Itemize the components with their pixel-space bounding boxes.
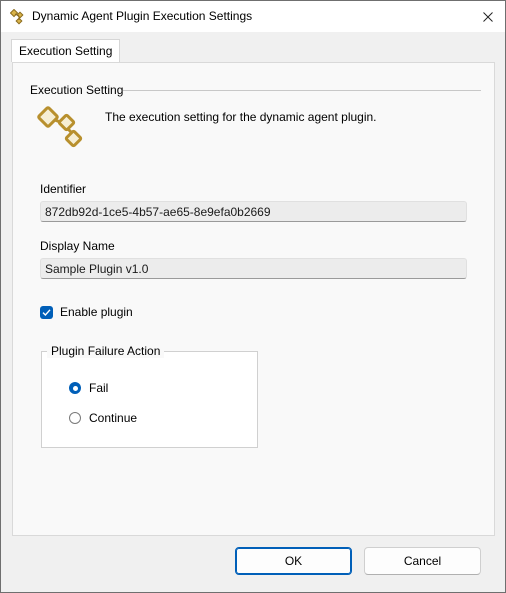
enable-plugin-checkbox-row[interactable]: Enable plugin: [40, 304, 133, 320]
section-header: Execution Setting: [30, 83, 124, 97]
close-icon: [483, 11, 493, 22]
radio-option-continue[interactable]: Continue: [69, 410, 137, 426]
section-divider: [123, 90, 481, 91]
continue-radio[interactable]: [69, 412, 81, 424]
tab-execution-setting[interactable]: Execution Setting: [11, 39, 121, 62]
close-button[interactable]: [471, 1, 505, 32]
radio-option-fail[interactable]: Fail: [69, 380, 108, 396]
failure-action-title: Plugin Failure Action: [47, 344, 165, 358]
checkmark-icon: [42, 308, 51, 316]
identifier-label: Identifier: [40, 182, 87, 196]
plugin-nodes-icon: [35, 103, 87, 155]
section-description: The execution setting for the dynamic ag…: [105, 110, 377, 124]
display-name-field[interactable]: [40, 258, 467, 279]
window-title: Dynamic Agent Plugin Execution Settings: [32, 9, 253, 23]
enable-plugin-checkbox[interactable]: [40, 305, 53, 319]
enable-plugin-label: Enable plugin: [60, 305, 133, 319]
continue-label: Continue: [89, 411, 138, 425]
cancel-button[interactable]: Cancel: [364, 547, 481, 575]
ok-button[interactable]: OK: [235, 547, 352, 575]
failure-action-group: Plugin Failure Action Fail Continue: [41, 344, 258, 448]
display-name-label: Display Name: [40, 239, 115, 253]
fail-radio[interactable]: [69, 382, 81, 394]
identifier-field[interactable]: [40, 201, 467, 222]
app-icon: [9, 8, 26, 25]
tab-panel: Execution Setting The execution setting …: [12, 62, 495, 536]
fail-label: Fail: [89, 381, 109, 395]
dialog-window: Dynamic Agent Plugin Execution Settings …: [0, 0, 506, 593]
title-bar: Dynamic Agent Plugin Execution Settings: [1, 1, 505, 32]
